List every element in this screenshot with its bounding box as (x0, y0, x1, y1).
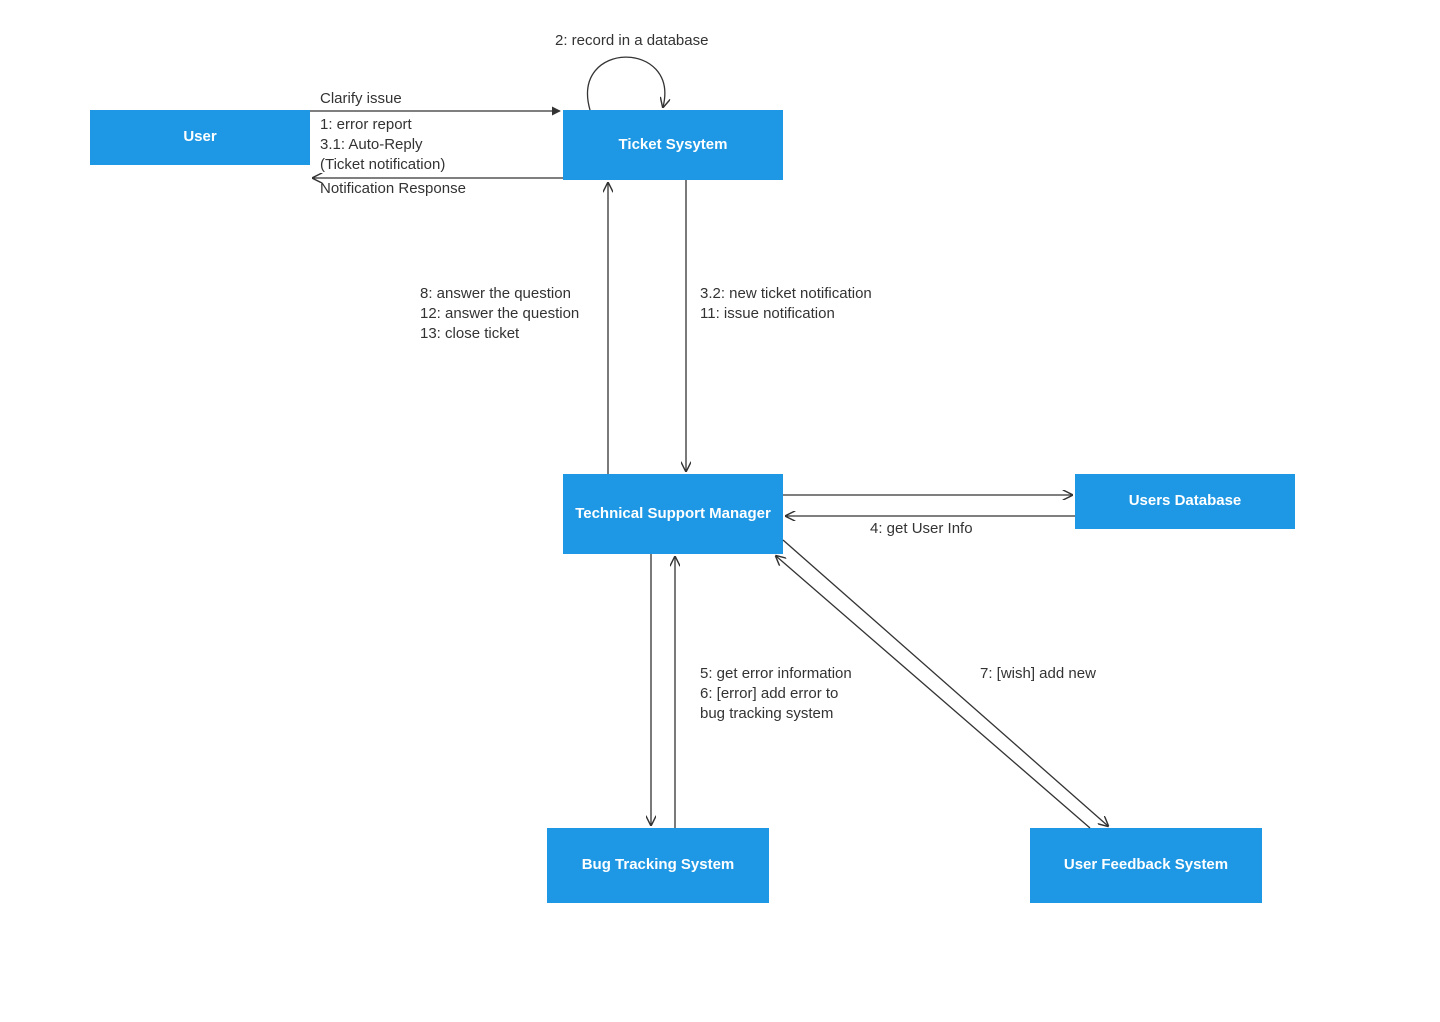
edge-label-add-error-1: 6: [error] add error to (700, 685, 838, 702)
node-ticket-system-label: Ticket Sysytem (619, 136, 728, 155)
node-bug-tracking-system-label: Bug Tracking System (582, 856, 735, 875)
edge-label-answer-question-12: 12: answer the question (420, 305, 579, 322)
node-users-database-label: Users Database (1129, 492, 1242, 511)
edge-label-clarify: Clarify issue (320, 90, 402, 107)
node-user: User (90, 110, 310, 165)
node-tech-support-manager-label: Technical Support Manager (575, 505, 771, 524)
node-user-label: User (183, 128, 216, 147)
edge-label-get-error-info: 5: get error information (700, 665, 852, 682)
edge-label-auto-reply: 3.1: Auto-Reply (320, 136, 423, 153)
node-user-feedback-system: User Feedback System (1030, 828, 1262, 903)
edge-label-new-ticket-notification: 3.2: new ticket notification (700, 285, 872, 302)
edge-label-ticket-notification: (Ticket notification) (320, 156, 445, 173)
node-users-database: Users Database (1075, 474, 1295, 529)
edge-label-close-ticket: 13: close ticket (420, 325, 519, 342)
edge-label-answer-question-8: 8: answer the question (420, 285, 571, 302)
node-tech-support-manager: Technical Support Manager (563, 474, 783, 554)
node-bug-tracking-system: Bug Tracking System (547, 828, 769, 903)
node-user-feedback-system-label: User Feedback System (1064, 856, 1228, 875)
edge-label-wish-add-new: 7: [wish] add new (980, 665, 1096, 682)
edge-label-error-report: 1: error report (320, 116, 412, 133)
node-ticket-system: Ticket Sysytem (563, 110, 783, 180)
edge-label-self-loop: 2: record in a database (555, 32, 708, 49)
edge-label-notification-response: Notification Response (320, 180, 466, 197)
edge-label-issue-notification: 11: issue notification (700, 305, 835, 322)
edge-label-add-error-2: bug tracking system (700, 705, 833, 722)
edge-label-get-user-info: 4: get User Info (870, 520, 973, 537)
